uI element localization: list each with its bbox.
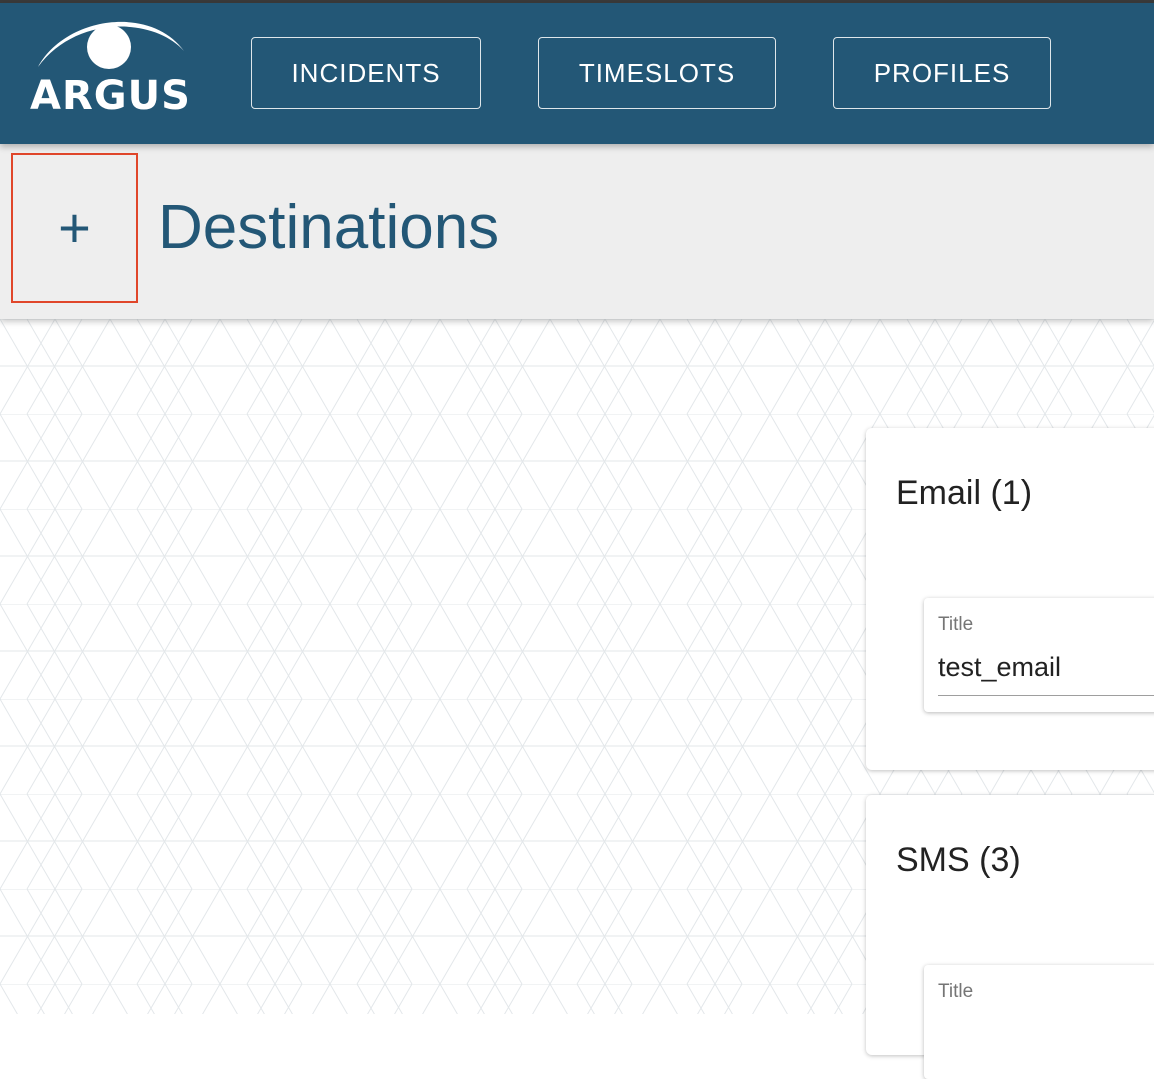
- title-field-sms[interactable]: Title: [924, 965, 1154, 1079]
- add-destination-button[interactable]: +: [11, 153, 138, 303]
- field-value: test_email: [938, 652, 1062, 682]
- destination-card-email: Email (1) Title test_email: [866, 428, 1154, 770]
- logo-text: ARGUS: [30, 73, 191, 119]
- title-field-email[interactable]: Title test_email: [924, 598, 1154, 712]
- top-navbar: ARGUS INCIDENTS TIMESLOTS PROFILES: [0, 3, 1154, 144]
- eye-logo-icon: [38, 21, 184, 69]
- card-title-email: Email (1): [896, 474, 1033, 512]
- argus-logo[interactable]: ARGUS: [26, 11, 192, 121]
- field-label: Title: [938, 614, 974, 635]
- nav-timeslots-button[interactable]: TIMESLOTS: [538, 37, 776, 109]
- page-header: + Destinations: [0, 144, 1154, 319]
- nav-profiles-button[interactable]: PROFILES: [833, 37, 1051, 109]
- page-title: Destinations: [158, 193, 500, 262]
- card-title-sms: SMS (3): [896, 841, 1021, 879]
- field-underline: [938, 695, 1154, 696]
- field-label: Title: [938, 981, 974, 1002]
- destination-card-sms: SMS (3) Title: [866, 795, 1154, 1079]
- plus-icon: +: [58, 196, 91, 259]
- nav-incidents-button[interactable]: INCIDENTS: [251, 37, 481, 109]
